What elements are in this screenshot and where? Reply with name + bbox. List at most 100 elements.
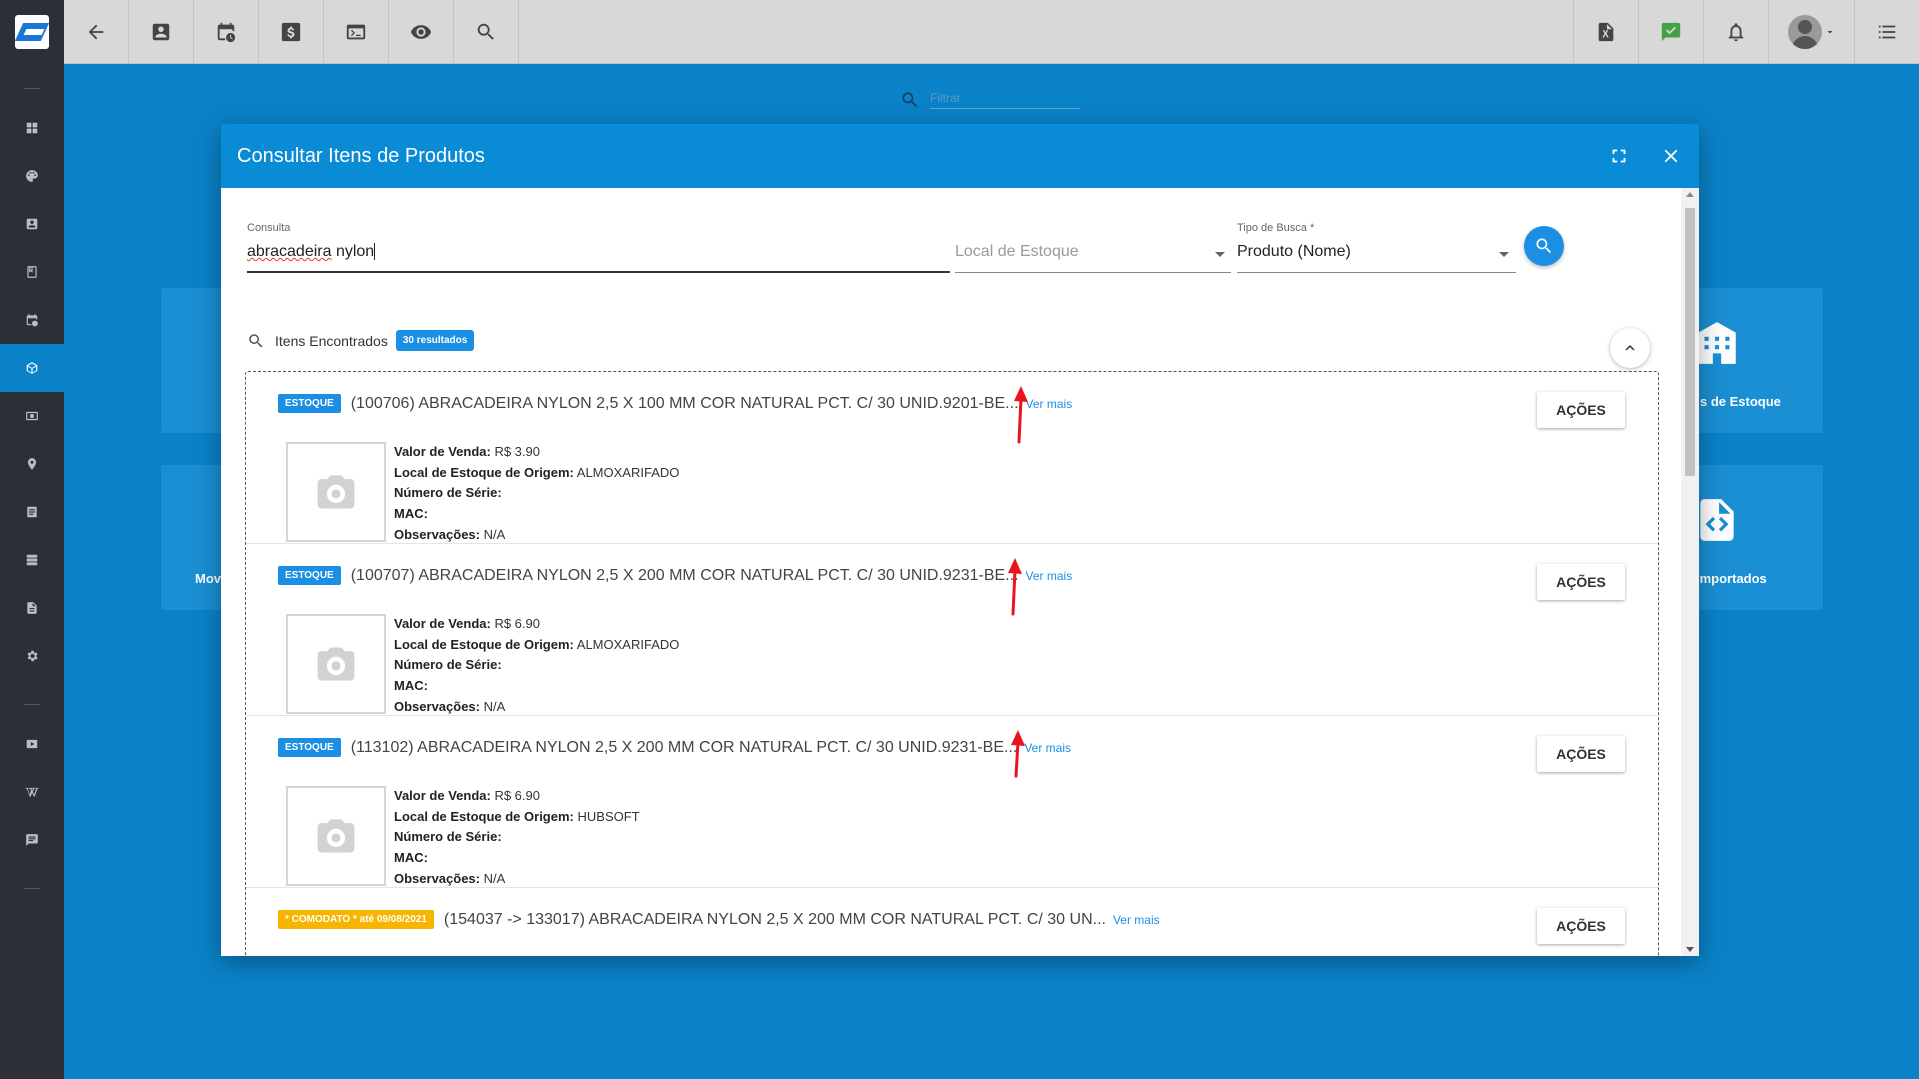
item-details: Valor de Venda: R$ 3.90 Local de Estoque… xyxy=(394,442,679,546)
sidebar-item-dashboard[interactable] xyxy=(0,104,64,152)
ver-mais-link[interactable]: Ver mais xyxy=(1026,397,1073,411)
user-menu-button[interactable] xyxy=(1768,0,1854,64)
sidebar-item-chat[interactable] xyxy=(0,816,64,864)
sidebar-item-finance[interactable] xyxy=(0,392,64,440)
sidebar-divider xyxy=(24,888,40,889)
serie-label: Número de Série: xyxy=(394,485,502,501)
item-title-row: ESTOQUE (100707) ABRACADEIRA NYLON 2,5 X… xyxy=(278,566,1072,585)
sidebar-item-network[interactable] xyxy=(0,536,64,584)
search-icon xyxy=(249,333,263,347)
map-pin-icon xyxy=(27,458,37,470)
app-logo[interactable] xyxy=(0,0,64,64)
valor-label: Valor de Venda: xyxy=(394,444,491,459)
server-icon xyxy=(26,554,38,566)
background-filter[interactable]: Filtrar xyxy=(900,90,1080,110)
obs-label: Observações: xyxy=(394,526,480,542)
sidebar-item-catalog[interactable] xyxy=(0,248,64,296)
results-count-badge: 30 resultados xyxy=(395,330,475,351)
modal-header: Consultar Itens de Produtos xyxy=(221,124,1699,188)
sidebar-item-reports[interactable] xyxy=(0,584,64,632)
calendar-clock-icon xyxy=(217,22,236,43)
sidebar-item-wiki[interactable] xyxy=(0,768,64,816)
contact-icon xyxy=(26,218,38,230)
pdf-button[interactable] xyxy=(1573,0,1638,64)
product-image-placeholder xyxy=(286,786,386,886)
scroll-up-icon[interactable] xyxy=(1686,192,1694,197)
schedule-button[interactable] xyxy=(194,0,259,64)
sidebar-item-schedule[interactable] xyxy=(0,296,64,344)
notifications-button[interactable] xyxy=(1703,0,1768,64)
bell-icon xyxy=(1728,23,1744,42)
sidebar-divider xyxy=(24,704,40,705)
book-icon xyxy=(27,266,37,278)
menu-list-icon xyxy=(1878,25,1896,39)
local-value: HUBSOFT xyxy=(577,808,640,824)
text-caret xyxy=(374,243,376,260)
grid-icon xyxy=(26,122,38,134)
ver-mais-link[interactable]: Ver mais xyxy=(1026,569,1073,583)
collapse-results-button[interactable] xyxy=(1610,328,1650,368)
search-icon xyxy=(477,23,494,40)
acoes-button[interactable]: AÇÕES xyxy=(1537,908,1625,944)
contacts-button[interactable] xyxy=(129,0,194,64)
code-file-icon xyxy=(1700,499,1734,541)
camera-icon xyxy=(317,819,355,853)
search-button[interactable] xyxy=(454,0,519,64)
valor-value: R$ 3.90 xyxy=(494,444,540,459)
sidebar-item-stock[interactable] xyxy=(0,344,64,392)
dollar-icon xyxy=(281,22,301,42)
finance-button[interactable] xyxy=(259,0,324,64)
tasks-button[interactable] xyxy=(1638,0,1703,64)
acoes-button[interactable]: AÇÕES xyxy=(1537,564,1625,600)
annotation-arrow-icon xyxy=(1014,386,1028,444)
card-label: s de Estoque xyxy=(1700,394,1781,409)
item-title: (100706) ABRACADEIRA NYLON 2,5 X 100 MM … xyxy=(350,394,1019,412)
modal-title: Consultar Itens de Produtos xyxy=(237,144,485,167)
main-menu-button[interactable] xyxy=(1854,0,1919,64)
local-estoque-select[interactable]: Local de Estoque xyxy=(955,243,1231,273)
local-label: Local de Estoque de Origem: xyxy=(394,808,574,824)
camera-icon xyxy=(317,647,355,681)
modal-scrollbar[interactable] xyxy=(1681,188,1699,956)
sidebar-item-themes[interactable] xyxy=(0,152,64,200)
search-submit-button[interactable] xyxy=(1524,226,1564,266)
obs-label: Observações: xyxy=(394,698,480,714)
acoes-button[interactable]: AÇÕES xyxy=(1537,736,1625,772)
consulta-input[interactable]: abracadeira nylon xyxy=(247,243,950,273)
terminal-button[interactable] xyxy=(324,0,389,64)
scroll-thumb[interactable] xyxy=(1685,208,1695,476)
valor-label: Valor de Venda: xyxy=(394,788,491,803)
tipo-busca-select[interactable]: Produto (Nome) xyxy=(1237,243,1516,273)
status-badge: ESTOQUE xyxy=(278,566,341,585)
ver-mais-link[interactable]: Ver mais xyxy=(1113,913,1160,927)
local-value: ALMOXARIFADO xyxy=(576,464,680,480)
tipo-busca-label: Tipo de Busca * xyxy=(1237,222,1315,234)
item-title-row: * COMODATO * até 09/08/2021 (154037 -> 1… xyxy=(278,910,1160,929)
sidebar-item-map[interactable] xyxy=(0,440,64,488)
eye-icon xyxy=(410,25,432,39)
local-label: Local de Estoque de Origem: xyxy=(394,464,574,480)
consulta-value: nylon xyxy=(331,243,375,260)
sidebar-item-settings[interactable] xyxy=(0,632,64,680)
close-button[interactable] xyxy=(1659,144,1683,168)
chevron-down-icon xyxy=(1827,31,1832,34)
view-button[interactable] xyxy=(389,0,454,64)
sidebar-item-clients[interactable] xyxy=(0,200,64,248)
modal-body: Consulta abracadeira nylon Local de Esto… xyxy=(221,188,1681,956)
fullscreen-icon xyxy=(1612,149,1626,163)
back-button[interactable] xyxy=(64,0,129,64)
play-icon xyxy=(26,739,38,749)
ver-mais-link[interactable]: Ver mais xyxy=(1024,741,1071,755)
sidebar-item-documents[interactable] xyxy=(0,488,64,536)
filter-input[interactable]: Filtrar xyxy=(930,91,1080,109)
sidebar-item-videos[interactable] xyxy=(0,720,64,768)
product-image-placeholder xyxy=(286,442,386,542)
item-title: (113102) ABRACADEIRA NYLON 2,5 X 200 MM … xyxy=(350,738,1018,756)
scroll-down-icon[interactable] xyxy=(1686,947,1694,952)
avatar xyxy=(1787,15,1822,49)
fullscreen-button[interactable] xyxy=(1607,144,1631,168)
results-header: Itens Encontrados 30 resultados xyxy=(247,330,475,351)
product-search-modal: Consultar Itens de Produtos Consulta abr… xyxy=(221,124,1699,956)
palette-icon xyxy=(26,170,38,182)
acoes-button[interactable]: AÇÕES xyxy=(1537,392,1625,428)
